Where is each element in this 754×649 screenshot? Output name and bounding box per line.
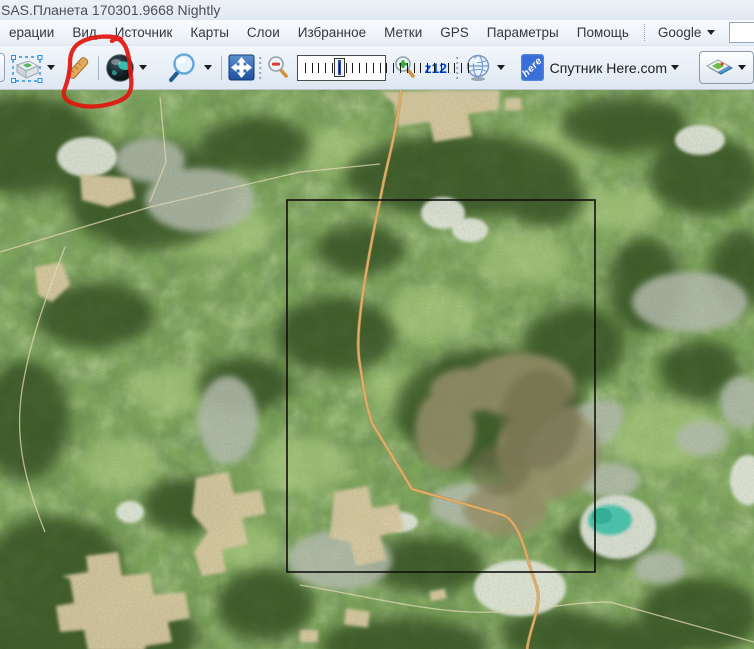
menu-item-8[interactable]: GPS [431, 23, 478, 42]
menu-item-6[interactable]: Избранное [289, 23, 375, 42]
slider-tick [352, 63, 353, 73]
map-selection-icon [9, 52, 43, 84]
slider-tick [366, 63, 367, 73]
ruler-button[interactable] [63, 50, 93, 86]
chevron-down-icon [738, 65, 746, 70]
chevron-down-icon [139, 65, 147, 70]
chevron-down-icon [47, 65, 55, 70]
menu-item-5[interactable]: Слои [238, 23, 289, 42]
slider-tick [454, 63, 455, 73]
clipped-button[interactable] [0, 53, 5, 82]
slider-tick [468, 63, 469, 73]
toolbar: z12 here Спутник Here.com [0, 46, 754, 90]
slider-tick [386, 63, 387, 73]
globe-source-button[interactable] [104, 50, 151, 86]
slider-tick [420, 63, 421, 73]
search-input[interactable] [729, 22, 754, 43]
chevron-down-icon [497, 65, 505, 70]
menu-item-9[interactable]: Параметры [478, 23, 568, 42]
chevron-down-icon [671, 65, 679, 70]
zoom-out-button[interactable] [265, 50, 291, 86]
slider-tick [407, 63, 408, 73]
window-title: SAS.Планета 170301.9668 Nightly [1, 2, 220, 18]
zoom-out-icon [266, 55, 290, 81]
app-window: SAS.Планета 170301.9668 Nightly ерацииВи… [0, 0, 754, 649]
slider-tick [448, 63, 449, 73]
search-magnifier-icon [166, 52, 200, 84]
menu-item-1[interactable]: ерации [0, 23, 63, 42]
here-logo-text: here [520, 55, 544, 79]
google-menu-label: Google [658, 25, 702, 40]
menu-item-3[interactable]: Источник [106, 23, 182, 42]
map-viewport[interactable] [0, 90, 754, 649]
slider-tick [400, 63, 401, 73]
menu-item-7[interactable]: Метки [375, 23, 431, 42]
full-extent-icon [228, 54, 255, 81]
title-bar: SAS.Планета 170301.9668 Nightly [0, 0, 754, 20]
slider-tick [312, 63, 313, 73]
slider-tick [318, 63, 319, 73]
search-view-button[interactable] [165, 50, 216, 86]
menu-item-4[interactable]: Карты [181, 23, 237, 42]
toolbar-separator [221, 56, 222, 80]
map-selection-button[interactable] [8, 50, 59, 86]
slider-tick [346, 63, 347, 73]
slider-tick [427, 63, 428, 73]
menu-item-10[interactable]: Помощь [568, 23, 638, 42]
slider-tick [380, 63, 381, 73]
slider-tick [393, 63, 394, 73]
slider-tick [325, 63, 326, 73]
map-source-label: Спутник Here.com [550, 60, 667, 76]
slider-tick [373, 63, 374, 73]
full-extent-button[interactable] [227, 50, 256, 86]
toolbar-grip[interactable] [259, 55, 261, 81]
map-source-selector[interactable]: Спутник Here.com [544, 50, 683, 86]
ruler-icon [64, 53, 92, 83]
layers-icon [704, 56, 734, 80]
menu-separator [644, 24, 645, 41]
menu-bar: ерацииВидИсточникКартыСлоиИзбранноеМетки… [0, 20, 754, 46]
toolbar-separator [98, 56, 99, 80]
menu-item-google[interactable]: Google [648, 23, 720, 42]
chevron-down-icon [204, 65, 212, 70]
slider-tick [434, 63, 435, 73]
slider-tick [441, 63, 442, 73]
slider-tick [461, 63, 462, 73]
toolbar-grip[interactable] [456, 55, 458, 81]
slider-tick [339, 63, 340, 73]
zoom-in-button[interactable] [392, 50, 418, 86]
slider-tick [414, 63, 415, 73]
layers-button[interactable] [699, 51, 754, 84]
zoom-slider[interactable] [297, 55, 387, 81]
chevron-down-icon [707, 30, 715, 35]
slider-tick [305, 63, 306, 73]
slider-tick [359, 63, 360, 73]
menu-item-2[interactable]: Вид [63, 23, 105, 42]
globe-source-icon [105, 53, 135, 83]
slider-tick [332, 63, 333, 73]
satellite-map [0, 90, 754, 649]
here-logo-icon: here [521, 54, 544, 81]
